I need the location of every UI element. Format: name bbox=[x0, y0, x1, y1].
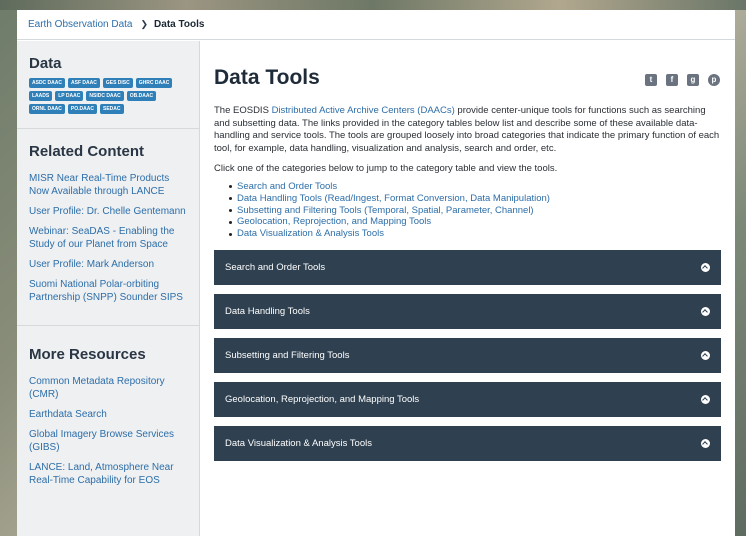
daac-badge-laads[interactable]: LAADS bbox=[29, 91, 53, 101]
chevron-up-icon bbox=[701, 350, 710, 360]
page-container: Earth Observation Data ❯ Data Tools Data… bbox=[17, 10, 735, 536]
google-plus-icon[interactable]: g bbox=[687, 73, 699, 86]
breadcrumb-link-earth-observation-data[interactable]: Earth Observation Data bbox=[28, 19, 133, 30]
tool-accordion-list: Search and Order Tools Data Handling Too… bbox=[214, 249, 721, 461]
page-title: Data Tools bbox=[214, 66, 320, 89]
daacs-link[interactable]: Distributed Active Archive Centers (DAAC… bbox=[272, 105, 455, 116]
daac-badge-po[interactable]: PO.DAAC bbox=[67, 104, 97, 114]
related-content-heading: Related Content bbox=[29, 143, 145, 160]
resource-link[interactable]: LANCE: Land, Atmosphere Near Real-Time C… bbox=[29, 461, 187, 487]
breadcrumb-separator-icon: ❯ bbox=[140, 19, 149, 29]
related-link[interactable]: Webinar: SeaDAS - Enabling the Study of … bbox=[29, 225, 187, 251]
intro-text-start: The EOSDIS bbox=[214, 105, 272, 116]
daac-badge-nsidc[interactable]: NSIDC DAAC bbox=[86, 91, 124, 101]
tool-category-link-label: Search and Order Tools bbox=[237, 181, 338, 192]
chevron-up-icon bbox=[701, 438, 710, 448]
tool-category-link[interactable]: Subsetting and Filtering Tools (Temporal… bbox=[229, 205, 721, 217]
accordion-label: Subsetting and Filtering Tools bbox=[225, 349, 350, 361]
social-share-bar: t f g p bbox=[645, 73, 720, 86]
intro-paragraph: The EOSDIS Distributed Active Archive Ce… bbox=[214, 105, 721, 155]
resource-link[interactable]: Common Metadata Repository (CMR) bbox=[29, 375, 187, 401]
tool-category-link-label: Data Visualization & Analysis Tools bbox=[237, 228, 384, 240]
tool-category-link[interactable]: Geolocation, Reprojection, and Mapping T… bbox=[229, 216, 721, 228]
chevron-up-icon bbox=[701, 262, 710, 272]
title-row: Data Tools t f g p bbox=[214, 61, 721, 95]
daac-badge-list: ASDC DAAC ASF DAAC GES DISC GHRC DAAC LA… bbox=[29, 78, 189, 114]
tool-category-link[interactable]: Data Handling Tools (Read/Ingest, Format… bbox=[229, 193, 721, 205]
chevron-up-icon bbox=[701, 306, 710, 316]
twitter-icon[interactable]: t bbox=[645, 73, 657, 86]
accordion-label: Data Handling Tools bbox=[225, 305, 310, 317]
main-content: Data Tools t f g p The EOSDIS Distribute… bbox=[214, 41, 721, 470]
sidebar: Data ASDC DAAC ASF DAAC GES DISC GHRC DA… bbox=[17, 41, 200, 536]
accordion-data-handling[interactable]: Data Handling Tools bbox=[214, 293, 721, 329]
tool-category-link-label: Data Handling Tools (Read/Ingest, Format… bbox=[237, 192, 550, 204]
accordion-subsetting-filtering[interactable]: Subsetting and Filtering Tools bbox=[214, 337, 721, 373]
daac-badge-ornl[interactable]: ORNL DAAC bbox=[29, 104, 65, 114]
chevron-up-icon bbox=[701, 394, 710, 404]
related-link[interactable]: MISR Near Real-Time Products Now Availab… bbox=[29, 172, 187, 198]
daac-badge-ob[interactable]: OB.DAAC bbox=[126, 91, 157, 101]
daac-badge-lp[interactable]: LP DAAC bbox=[55, 91, 84, 101]
related-link[interactable]: User Profile: Mark Anderson bbox=[29, 258, 187, 271]
daac-badge-sedac[interactable]: SEDAC bbox=[99, 104, 124, 114]
data-heading: Data bbox=[29, 55, 62, 72]
resource-link[interactable]: Earthdata Search bbox=[29, 408, 187, 421]
accordion-label: Geolocation, Reprojection, and Mapping T… bbox=[225, 393, 420, 405]
accordion-label: Data Visualization & Analysis Tools bbox=[225, 437, 372, 449]
accordion-label: Search and Order Tools bbox=[225, 261, 326, 273]
tool-category-link[interactable]: Search and Order Tools bbox=[229, 181, 721, 193]
instruction-text: Click one of the categories below to jum… bbox=[214, 163, 558, 174]
breadcrumb-current: Data Tools bbox=[154, 19, 205, 30]
tool-category-links: Search and Order Tools Data Handling Too… bbox=[229, 181, 721, 240]
facebook-icon[interactable]: f bbox=[666, 73, 678, 86]
daac-badge-asf[interactable]: ASF DAAC bbox=[68, 78, 100, 88]
related-link[interactable]: Suomi National Polar-orbiting Partnershi… bbox=[29, 278, 187, 304]
related-link[interactable]: User Profile: Dr. Chelle Gentemann bbox=[29, 205, 187, 218]
tool-category-link[interactable]: Data Visualization & Analysis Tools bbox=[229, 228, 721, 240]
pinterest-icon[interactable]: p bbox=[708, 73, 720, 86]
daac-badge-ghrc[interactable]: GHRC DAAC bbox=[135, 78, 173, 88]
breadcrumb: Earth Observation Data ❯ Data Tools bbox=[17, 10, 735, 40]
background-imagery bbox=[0, 0, 746, 10]
resource-link[interactable]: Global Imagery Browse Services (GIBS) bbox=[29, 428, 187, 454]
tool-category-link-label: Geolocation, Reprojection, and Mapping T… bbox=[237, 216, 432, 228]
daac-badge-asdc[interactable]: ASDC DAAC bbox=[29, 78, 65, 88]
accordion-geolocation[interactable]: Geolocation, Reprojection, and Mapping T… bbox=[214, 381, 721, 417]
tool-category-link-label: Subsetting and Filtering Tools (Temporal… bbox=[237, 204, 534, 216]
accordion-data-visualization[interactable]: Data Visualization & Analysis Tools bbox=[214, 425, 721, 461]
accordion-search-and-order[interactable]: Search and Order Tools bbox=[214, 249, 721, 285]
daac-badge-ges-disc[interactable]: GES DISC bbox=[102, 78, 133, 88]
more-resources-heading: More Resources bbox=[29, 346, 146, 363]
